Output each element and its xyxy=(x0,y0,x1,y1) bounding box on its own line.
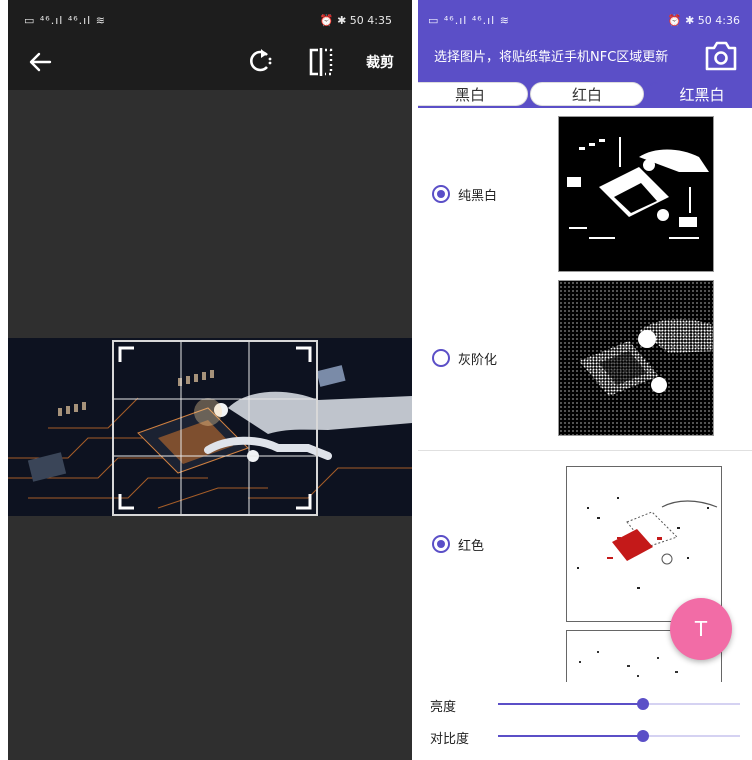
option-grayscale[interactable]: 灰阶化 xyxy=(432,346,497,370)
contrast-label: 对比度 xyxy=(430,732,470,747)
tab-black-white[interactable]: 黑白 xyxy=(418,82,528,106)
crop-button[interactable]: 裁剪 xyxy=(366,52,394,72)
signal-indicators: ▭ ⁴⁶.ıl ⁴⁶.ıl ≋ xyxy=(24,14,106,27)
crop-screen: ▭ ⁴⁶.ıl ⁴⁶.ıl ≋ ⏰ ✱ 50 4:35 裁剪 xyxy=(8,0,412,760)
rotate-icon[interactable] xyxy=(246,46,276,76)
section-divider xyxy=(418,450,752,451)
contrast-fill xyxy=(498,735,644,737)
signal-indicators: ▭ ⁴⁶.ıl ⁴⁶.ıl ≋ xyxy=(428,14,510,27)
contrast-thumb[interactable] xyxy=(637,730,650,742)
brightness-thumb[interactable] xyxy=(637,698,650,710)
tab-red-black-white[interactable]: 红黑白 xyxy=(646,82,752,106)
app-screen: ▭ ⁴⁶.ıl ⁴⁶.ıl ≋ ⏰ ✱ 50 4:36 选择图片，将贴纸靠近手机… xyxy=(418,0,752,760)
tab-red-white[interactable]: 红白 xyxy=(530,82,644,106)
flip-icon[interactable] xyxy=(306,46,336,78)
radio-red[interactable] xyxy=(432,535,450,553)
back-arrow-icon[interactable] xyxy=(26,48,54,76)
option-label: 灰阶化 xyxy=(458,352,498,368)
contrast-row: 对比度 xyxy=(418,722,752,750)
brightness-slider[interactable] xyxy=(498,698,740,710)
status-bar: ▭ ⁴⁶.ıl ⁴⁶.ıl ≋ ⏰ ✱ 50 4:35 xyxy=(8,0,412,34)
preview-pure-bw xyxy=(558,116,714,272)
option-label: 纯黑白 xyxy=(458,188,498,204)
option-red[interactable]: 红色 xyxy=(432,532,484,556)
text-fab-button[interactable]: T xyxy=(670,598,732,660)
app-title: 选择图片，将贴纸靠近手机NFC区域更新 xyxy=(434,50,669,65)
status-bar: ▭ ⁴⁶.ıl ⁴⁶.ıl ≋ ⏰ ✱ 50 4:36 xyxy=(418,0,752,34)
option-label: 红色 xyxy=(458,538,485,554)
image-stage xyxy=(8,90,412,760)
radio-grayscale[interactable] xyxy=(432,349,450,367)
contrast-slider[interactable] xyxy=(498,730,740,742)
status-time: ⏰ ✱ 50 4:35 xyxy=(319,14,392,27)
brightness-label: 亮度 xyxy=(430,700,457,715)
app-bar: 选择图片，将贴纸靠近手机NFC区域更新 xyxy=(418,34,752,80)
brightness-fill xyxy=(498,703,644,705)
status-time: ⏰ ✱ 50 4:36 xyxy=(667,14,740,27)
color-mode-tabs: 黑白 红白 红黑白 xyxy=(418,80,752,108)
preview-grayscale xyxy=(558,280,714,436)
radio-pure-bw[interactable] xyxy=(432,185,450,203)
brightness-row: 亮度 xyxy=(418,690,752,718)
camera-icon[interactable] xyxy=(702,38,740,74)
preview-list: 纯黑白 灰阶化 红色 T xyxy=(418,108,752,690)
crop-frame[interactable] xyxy=(112,340,318,516)
crop-toolbar: 裁剪 xyxy=(8,34,412,90)
option-pure-bw[interactable]: 纯黑白 xyxy=(432,182,497,206)
adjust-controls: 亮度 对比度 xyxy=(418,682,752,760)
